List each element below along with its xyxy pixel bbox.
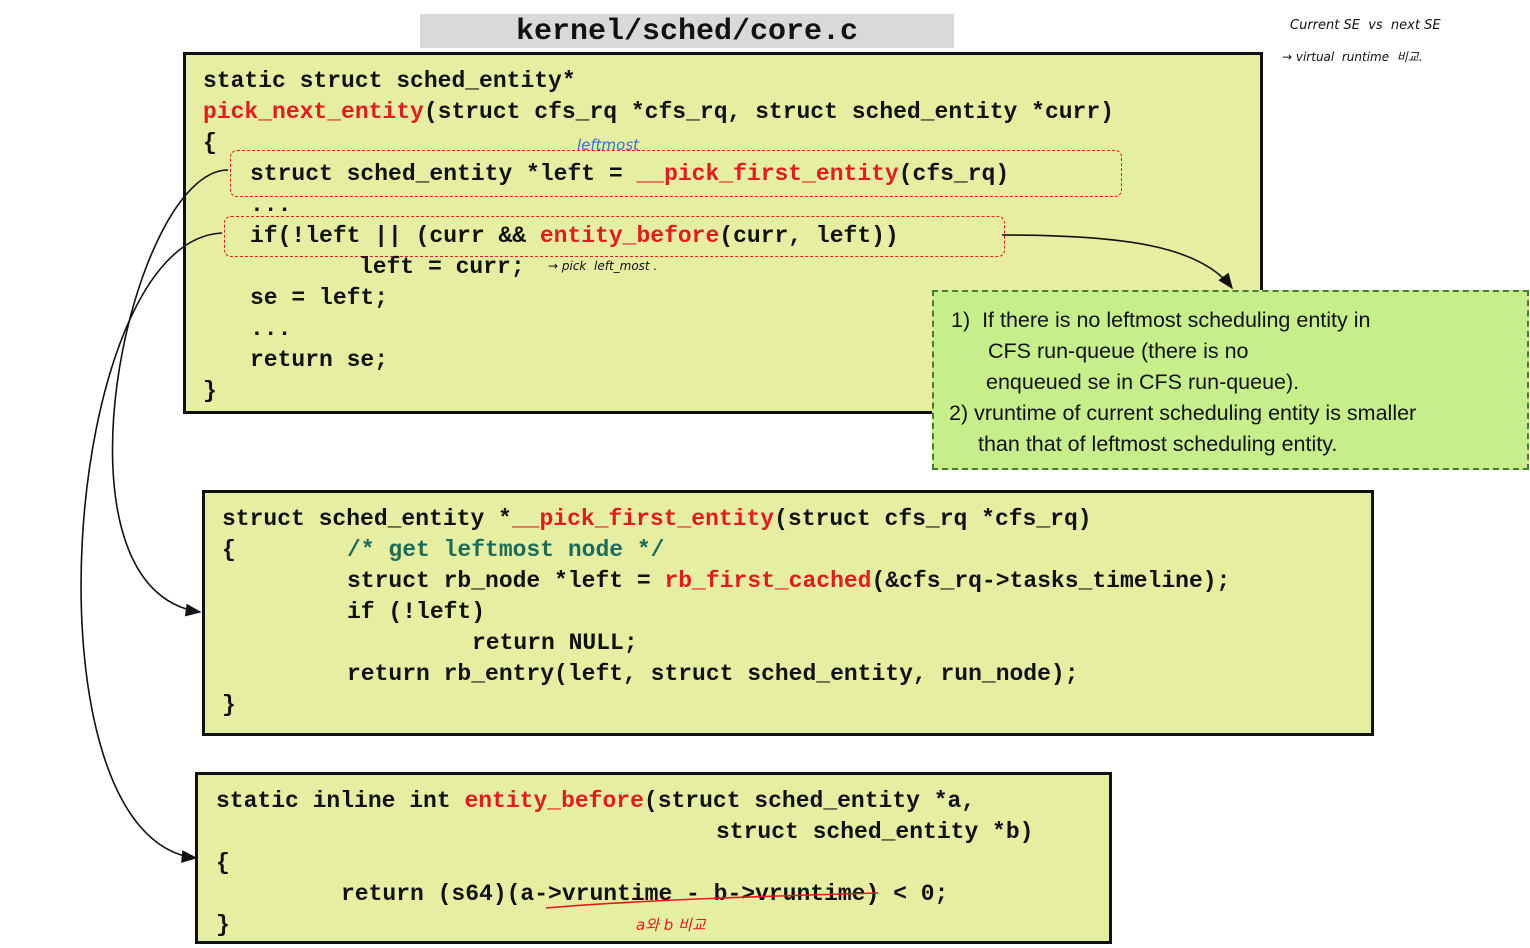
connector-arrows [80,169,1233,909]
arrow-to-pick-first-entity [111,169,229,617]
red-underline [545,892,879,909]
arrow-to-entity-before [80,232,223,863]
arrow-to-note [1001,234,1233,290]
